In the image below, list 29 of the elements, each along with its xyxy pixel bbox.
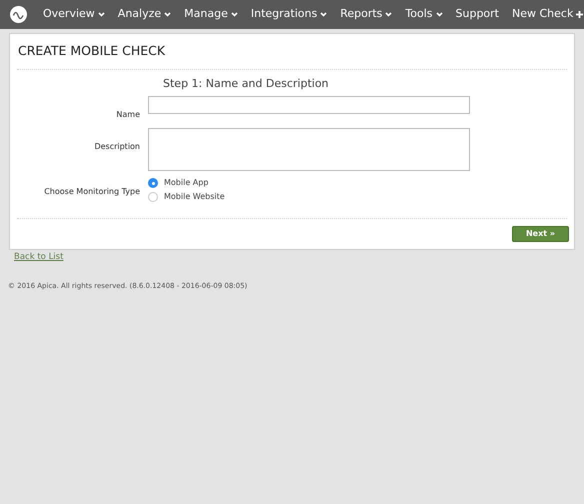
step-heading: Step 1: Name and Description: [163, 76, 330, 92]
radio-button[interactable]: [148, 178, 158, 188]
field-label: Description: [94, 142, 140, 152]
card-title: CREATE MOBILE CHECK: [17, 42, 166, 60]
caret-icon: [436, 12, 443, 17]
nav-item[interactable]: New Check: [512, 6, 584, 23]
field-label: Name: [116, 110, 140, 120]
logo-icon[interactable]: [10, 6, 27, 23]
name-field[interactable]: [148, 96, 470, 114]
nav-item[interactable]: Analyze: [118, 6, 172, 23]
nav-item[interactable]: Manage: [184, 6, 238, 23]
nav-item[interactable]: Reports: [340, 6, 392, 23]
radio-label: Mobile Website: [164, 191, 225, 204]
back-link[interactable]: Back to List: [14, 251, 64, 264]
radio-label: Mobile App: [164, 177, 208, 190]
radio-button[interactable]: [148, 192, 158, 202]
caret-icon: [164, 12, 172, 17]
plus-icon: [576, 11, 584, 18]
description-field[interactable]: [148, 128, 470, 172]
caret-icon: [385, 12, 392, 17]
caret-icon: [320, 12, 328, 17]
next-button[interactable]: Next »: [512, 226, 569, 242]
field-label: Choose Monitoring Type: [44, 187, 140, 196]
caret-icon: [98, 12, 105, 17]
nav-item[interactable]: Support: [456, 6, 499, 23]
caret-icon: [230, 12, 238, 17]
nav-item[interactable]: Tools: [405, 6, 443, 23]
nav-item[interactable]: Overview: [43, 6, 105, 23]
nav-item[interactable]: Integrations: [250, 6, 328, 23]
